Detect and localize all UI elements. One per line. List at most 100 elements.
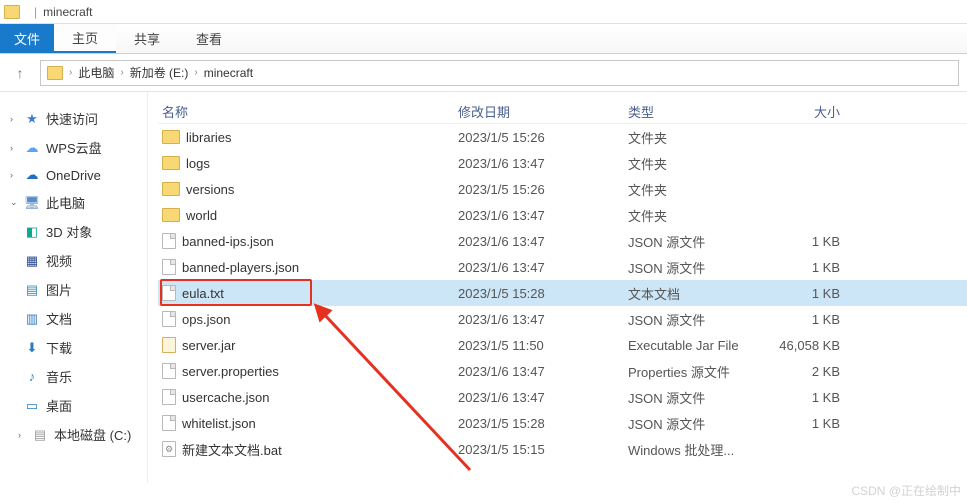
chevron-right-icon: › xyxy=(69,67,72,78)
chevron-right-icon: › xyxy=(194,67,197,78)
file-date: 2023/1/6 13:47 xyxy=(458,390,628,405)
picture-icon: ▤ xyxy=(24,282,40,298)
file-size: 1 KB xyxy=(768,260,858,275)
chevron-right-icon: › xyxy=(10,170,18,180)
file-date: 2023/1/6 13:47 xyxy=(458,156,628,171)
table-row[interactable]: world2023/1/6 13:47文件夹 xyxy=(158,202,967,228)
nav-wps[interactable]: ›☁WPS云盘 xyxy=(6,133,141,162)
table-row[interactable]: eula.txt2023/1/5 15:28文本文档1 KB xyxy=(158,280,967,306)
table-row[interactable]: server.properties 2023/1/6 13:47Propertie… xyxy=(158,358,967,384)
col-size[interactable]: 大小 xyxy=(768,102,858,121)
nav-onedrive[interactable]: › ☁ OneDrive xyxy=(6,162,141,188)
nav-label: 快速访问 xyxy=(46,109,98,128)
file-type: JSON 源文件 xyxy=(628,232,768,251)
file-name: usercache.json xyxy=(182,390,269,405)
file-type: Windows 批处理... xyxy=(628,440,768,459)
cube-icon: ◧ xyxy=(24,224,40,240)
folder-icon xyxy=(162,156,180,170)
col-name[interactable]: 名称 xyxy=(158,102,458,121)
nav-label: WPS云盘 xyxy=(46,138,102,157)
table-row[interactable]: logs 2023/1/6 13:47文件夹 xyxy=(158,150,967,176)
file-date: 2023/1/5 15:26 xyxy=(458,130,628,145)
nav-label: 3D 对象 xyxy=(46,222,92,241)
tab-share[interactable]: 共享 xyxy=(116,24,178,53)
file-date: 2023/1/6 13:47 xyxy=(458,234,628,249)
table-row[interactable]: ops.json2023/1/6 13:47JSON 源文件1 KB xyxy=(158,306,967,332)
file-name: whitelist.json xyxy=(182,416,256,431)
file-name: server.properties xyxy=(182,364,279,379)
nav-pictures[interactable]: ▤ 图片 xyxy=(6,275,141,304)
file-type: JSON 源文件 xyxy=(628,258,768,277)
pc-icon: 🖥 xyxy=(24,195,40,211)
video-icon: ▦ xyxy=(24,253,40,269)
breadcrumb-seg-folder[interactable]: minecraft xyxy=(204,66,253,80)
tab-home[interactable]: 主页 xyxy=(54,24,116,53)
file-date: 2023/1/6 13:47 xyxy=(458,260,628,275)
table-row[interactable]: libraries2023/1/5 15:26文件夹 xyxy=(158,124,967,150)
file-type: JSON 源文件 xyxy=(628,414,768,433)
file-name: eula.txt xyxy=(182,286,224,301)
nav-label: 本地磁盘 (C:) xyxy=(54,425,131,444)
table-row[interactable]: usercache.json2023/1/6 13:47JSON 源文件1 KB xyxy=(158,384,967,410)
titlebar: | minecraft xyxy=(0,0,967,24)
nav-desktop[interactable]: ▭桌面 xyxy=(6,391,141,420)
column-headers: 名称 修改日期 类型 大小 xyxy=(158,100,967,124)
file-icon xyxy=(162,259,176,275)
table-row[interactable]: banned-players.json2023/1/6 13:47JSON 源文… xyxy=(158,254,967,280)
cloud-icon: ☁ xyxy=(24,140,40,156)
nav-quick-access[interactable]: ›★快速访问 xyxy=(6,104,141,133)
tab-file[interactable]: 文件 xyxy=(0,24,54,53)
file-icon xyxy=(162,285,176,301)
file-icon xyxy=(162,389,176,405)
nav-label: 图片 xyxy=(46,280,72,299)
file-date: 2023/1/6 13:47 xyxy=(458,312,628,327)
file-size: 1 KB xyxy=(768,234,858,249)
chevron-right-icon: › xyxy=(120,67,123,78)
table-row[interactable]: 新建文本文档.bat2023/1/5 15:15Windows 批处理... xyxy=(158,436,967,462)
cloud-icon: ☁ xyxy=(24,167,40,183)
nav-video[interactable]: ▦ 视频 xyxy=(6,246,141,275)
nav-up-icon[interactable]: ↑ xyxy=(8,61,32,85)
nav-downloads[interactable]: ⬇下载 xyxy=(6,333,141,362)
file-size: 1 KB xyxy=(768,286,858,301)
file-size: 46,058 KB xyxy=(768,338,858,353)
nav-documents[interactable]: ▥ 文档 xyxy=(6,304,141,333)
folder-icon xyxy=(47,66,63,80)
nav-label: 文档 xyxy=(46,309,72,328)
nav-label: 视频 xyxy=(46,251,72,270)
file-type: JSON 源文件 xyxy=(628,310,768,329)
file-name: versions xyxy=(186,182,234,197)
star-icon: ★ xyxy=(24,111,40,127)
table-row[interactable]: whitelist.json2023/1/5 15:28JSON 源文件1 KB xyxy=(158,410,967,436)
file-list: 名称 修改日期 类型 大小 libraries2023/1/5 15:26文件夹… xyxy=(148,92,967,483)
file-size: 1 KB xyxy=(768,416,858,431)
main-area: ›★快速访问 ›☁WPS云盘 ›☁OneDrive ⌄🖥此电脑 ◧3D 对象 ▦… xyxy=(0,92,967,483)
file-date: 2023/1/6 13:47 xyxy=(458,364,628,379)
tab-view[interactable]: 查看 xyxy=(178,24,240,53)
file-type: Properties 源文件 xyxy=(628,362,768,381)
table-row[interactable]: server.jar2023/1/5 11:50Executable Jar F… xyxy=(158,332,967,358)
nav-3d-objects[interactable]: ◧ 3D 对象 xyxy=(6,217,141,246)
col-date[interactable]: 修改日期 xyxy=(458,102,628,121)
breadcrumb-seg-drive[interactable]: 新加卷 (E:) xyxy=(130,64,189,81)
nav-label: 桌面 xyxy=(46,396,72,415)
nav-music[interactable]: ♪音乐 xyxy=(6,362,141,391)
folder-icon xyxy=(162,130,180,144)
folder-icon xyxy=(162,182,180,196)
breadcrumb[interactable]: › 此电脑 › 新加卷 (E:) › minecraft xyxy=(40,60,959,86)
table-row[interactable]: versions2023/1/5 15:26文件夹 xyxy=(158,176,967,202)
titlebar-separator: | xyxy=(34,5,37,19)
file-type: 文件夹 xyxy=(628,128,768,147)
nav-this-pc[interactable]: ⌄🖥此电脑 xyxy=(6,188,141,217)
document-icon: ▥ xyxy=(24,311,40,327)
table-row[interactable]: banned-ips.json2023/1/6 13:47JSON 源文件1 K… xyxy=(158,228,967,254)
nav-label: OneDrive xyxy=(46,168,101,183)
file-date: 2023/1/6 13:47 xyxy=(458,208,628,223)
file-name: world xyxy=(186,208,217,223)
breadcrumb-seg-pc[interactable]: 此电脑 xyxy=(78,64,114,81)
col-type[interactable]: 类型 xyxy=(628,102,768,121)
nav-disk-c[interactable]: ›▤本地磁盘 (C:) xyxy=(6,420,141,449)
file-type: 文件夹 xyxy=(628,154,768,173)
file-name: logs xyxy=(186,156,210,171)
file-type: 文件夹 xyxy=(628,180,768,199)
